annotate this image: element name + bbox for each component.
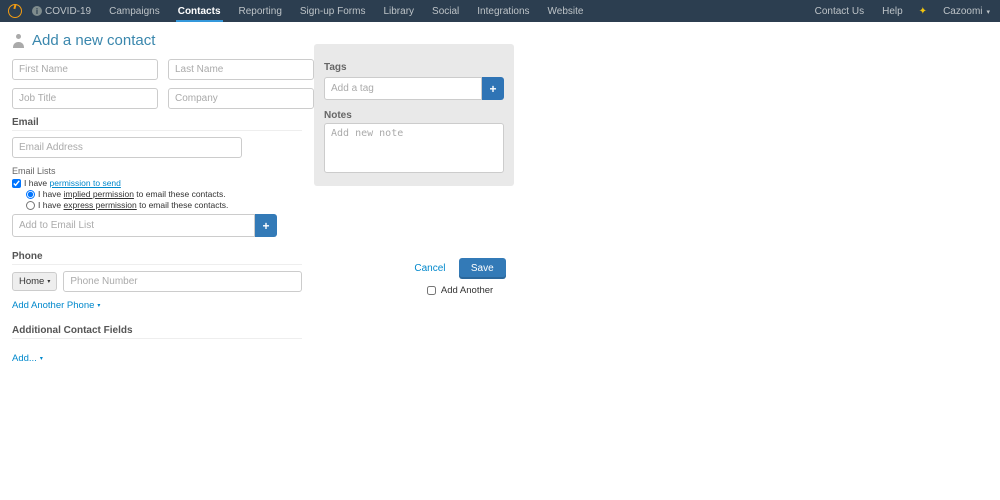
app-logo-icon — [8, 4, 22, 18]
nav-library[interactable]: Library — [381, 1, 416, 22]
add-email-list-input[interactable] — [12, 214, 255, 237]
nav-contact-us[interactable]: Contact Us — [813, 1, 866, 22]
express-radio[interactable] — [26, 201, 35, 210]
phone-section-label: Phone — [12, 251, 302, 262]
email-input[interactable] — [12, 137, 242, 158]
nav-signup-forms[interactable]: Sign-up Forms — [298, 1, 368, 22]
add-email-list-button[interactable]: + — [255, 214, 277, 237]
top-nav: iCOVID-19 Campaigns Contacts Reporting S… — [0, 0, 1000, 22]
nav-help[interactable]: Help — [880, 1, 905, 22]
add-field-link[interactable]: Add...▾ — [12, 353, 43, 364]
caret-down-icon: ▾ — [47, 278, 50, 285]
permission-text: I have permission to send — [24, 178, 121, 188]
nav-integrations[interactable]: Integrations — [475, 1, 531, 22]
nav-user-menu[interactable]: Cazoomi ▾ — [941, 1, 992, 22]
express-text: I have express permission to email these… — [38, 200, 228, 210]
email-lists-label: Email Lists — [12, 166, 302, 176]
cancel-button[interactable]: Cancel — [414, 263, 445, 274]
permission-checkbox[interactable] — [12, 179, 21, 188]
nav-reporting[interactable]: Reporting — [237, 1, 284, 22]
save-button[interactable]: Save — [459, 258, 506, 279]
nav-contacts[interactable]: Contacts — [176, 1, 223, 22]
plus-icon: + — [262, 219, 269, 233]
additional-fields-label: Additional Contact Fields — [12, 325, 302, 336]
notes-label: Notes — [324, 110, 504, 121]
add-another-label: Add Another — [441, 285, 493, 296]
chevron-down-icon: ▾ — [985, 9, 990, 16]
phone-type-dropdown[interactable]: Home▾ — [12, 272, 57, 291]
first-name-input[interactable] — [12, 59, 158, 80]
nav-covid[interactable]: iCOVID-19 — [30, 1, 93, 22]
caret-down-icon: ▾ — [97, 302, 100, 309]
plus-icon: + — [489, 82, 496, 96]
tags-notes-card: Tags + Notes — [314, 44, 514, 186]
nav-campaigns[interactable]: Campaigns — [107, 1, 162, 22]
add-tag-button[interactable]: + — [482, 77, 504, 100]
add-another-phone-link[interactable]: Add Another Phone▾ — [12, 300, 100, 311]
nav-website[interactable]: Website — [546, 1, 586, 22]
notes-textarea[interactable] — [324, 123, 504, 173]
add-another-checkbox[interactable] — [427, 286, 436, 295]
page-title: Add a new contact — [32, 32, 155, 49]
notification-icon[interactable]: ✦ — [919, 6, 927, 17]
tags-label: Tags — [324, 62, 504, 73]
add-tag-input[interactable] — [324, 77, 482, 100]
caret-down-icon: ▾ — [40, 355, 43, 362]
implied-radio[interactable] — [26, 190, 35, 199]
last-name-input[interactable] — [168, 59, 314, 80]
implied-text: I have implied permission to email these… — [38, 189, 226, 199]
job-title-input[interactable] — [12, 88, 158, 109]
phone-number-input[interactable] — [63, 271, 302, 292]
info-icon: i — [32, 6, 42, 16]
person-icon — [12, 34, 26, 48]
company-input[interactable] — [168, 88, 314, 109]
permission-link[interactable]: permission to send — [50, 178, 121, 188]
nav-social[interactable]: Social — [430, 1, 461, 22]
email-section-label: Email — [12, 117, 302, 128]
